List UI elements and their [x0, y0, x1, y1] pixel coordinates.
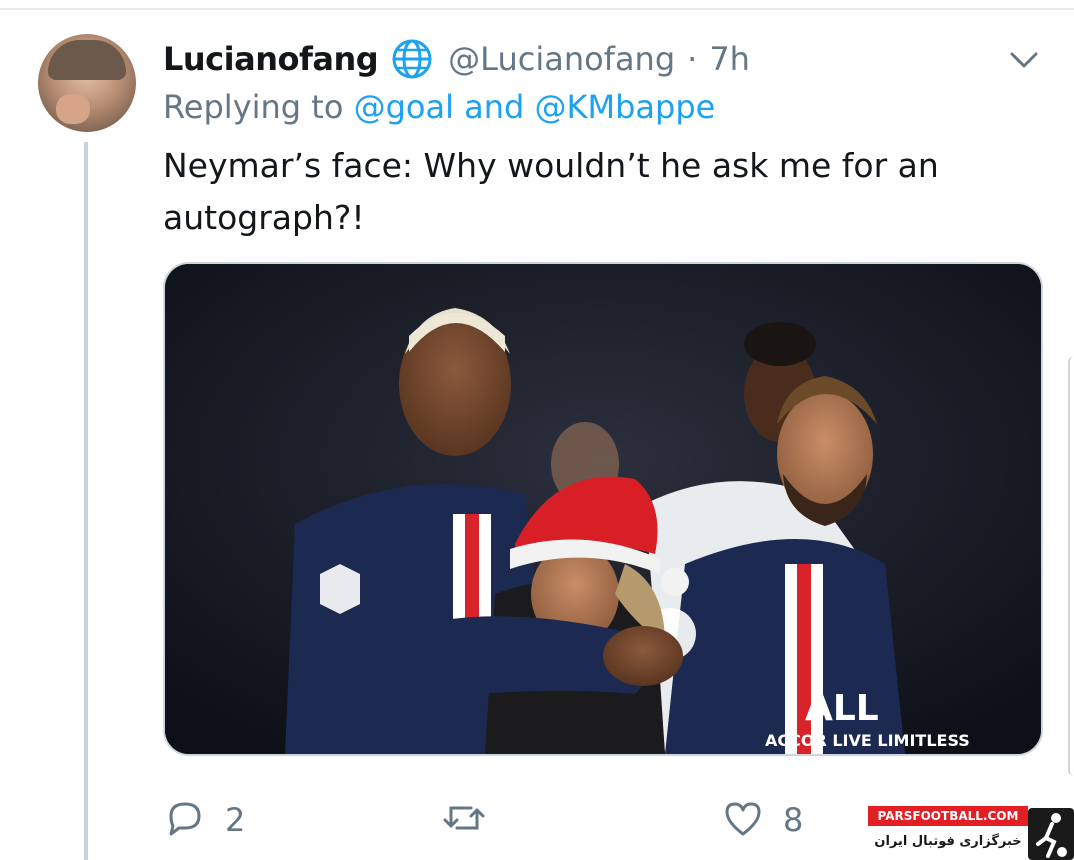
globe-icon [390, 37, 434, 81]
parsfootball-watermark: PARSFOOTBALL.COM خبرگزاری فوتبال ایران [868, 806, 1074, 860]
tweet-photo[interactable]: ACCOR LIVE LIMITLESS ALL [163, 262, 1043, 756]
separator-dot: · [687, 40, 698, 78]
watermark-site: PARSFOOTBALL.COM [868, 806, 1028, 826]
reply-icon [163, 796, 207, 844]
avatar-hair [48, 40, 126, 80]
thread-line [84, 142, 88, 860]
chevron-down-icon[interactable] [1006, 44, 1042, 74]
timestamp[interactable]: 7h [709, 40, 750, 78]
avatar-hand [56, 94, 90, 124]
like-count: 8 [783, 801, 804, 839]
handle[interactable]: @Lucianofang [448, 40, 675, 78]
watermark-tagline: خبرگزاری فوتبال ایران [868, 826, 1028, 858]
reply-button[interactable]: 2 [163, 790, 245, 850]
mention-goal[interactable]: @goal [354, 88, 454, 126]
tweet-text: Neymar’s face: Why wouldn’t he ask me fo… [163, 146, 939, 237]
scroll-edge [1068, 356, 1074, 776]
reply-prefix: Replying to [163, 88, 344, 126]
display-name[interactable]: Lucianofang [163, 40, 379, 78]
heart-icon [721, 796, 765, 844]
sponsor-short: ALL [805, 688, 879, 729]
like-button[interactable]: 8 [721, 790, 803, 850]
mention-and[interactable]: and [464, 88, 524, 126]
reply-count: 2 [225, 801, 246, 839]
tweet-header: Lucianofang @Lucianofang · 7h [163, 34, 750, 84]
replying-to: Replying to @goal and @KMbappe [163, 88, 715, 126]
tweet-frame: Lucianofang @Lucianofang · 7h Replying t… [0, 0, 1074, 860]
watermark-logo-icon [1028, 808, 1074, 860]
sponsor-text: ACCOR LIVE LIMITLESS [765, 731, 970, 750]
retweet-button[interactable] [441, 790, 505, 850]
top-divider [0, 8, 1074, 10]
mention-kmbappe[interactable]: @KMbappe [535, 88, 716, 126]
avatar[interactable] [38, 34, 136, 132]
retweet-icon [441, 796, 487, 844]
